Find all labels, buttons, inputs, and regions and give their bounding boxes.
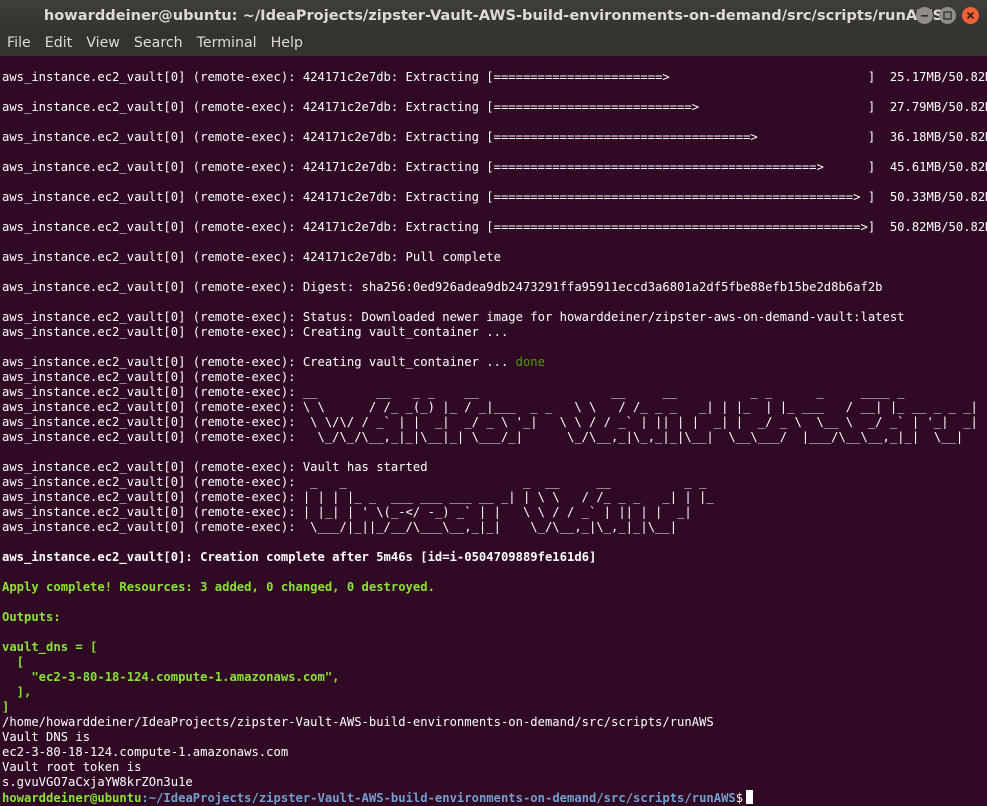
ascii-art-line: aws_instance.ec2_vault[0] (remote-exec):… [2, 475, 707, 489]
terminal-line: aws_instance.ec2_vault[0] (remote-exec):… [2, 190, 987, 204]
output-line: vault_dns = [ [2, 640, 98, 654]
window-controls [916, 7, 979, 24]
terminal-line: aws_instance.ec2_vault[0] (remote-exec):… [2, 460, 428, 474]
terminal-line: aws_instance.ec2_vault[0] (remote-exec):… [2, 70, 987, 84]
maximize-icon[interactable] [939, 7, 956, 24]
menu-edit[interactable]: Edit [38, 31, 79, 56]
prompt-user: howarddeiner@ubuntu [2, 791, 142, 805]
terminal-line: /home/howarddeiner/IdeaProjects/zipster-… [2, 715, 714, 729]
terminal-line: ec2-3-80-18-124.compute-1.amazonaws.com [2, 745, 289, 759]
menu-file[interactable]: File [0, 31, 38, 56]
ascii-art-line: aws_instance.ec2_vault[0] (remote-exec):… [2, 520, 678, 534]
ascii-art-line: aws_instance.ec2_vault[0] (remote-exec):… [2, 490, 714, 504]
terminal-line: s.gvuVGO7aCxjaYW8krZOn3u1e [2, 775, 193, 789]
terminal-line: aws_instance.ec2_vault[0] (remote-exec): [2, 370, 296, 384]
ascii-art-line: aws_instance.ec2_vault[0] (remote-exec):… [2, 385, 987, 399]
prompt-symbol: $ [735, 791, 744, 805]
output-line: "ec2-3-80-18-124.compute-1.amazonaws.com… [2, 670, 340, 684]
shell-prompt[interactable]: howarddeiner@ubuntu:~/IdeaProjects/zipst… [2, 790, 754, 805]
terminal-line: aws_instance.ec2_vault[0] (remote-exec):… [2, 130, 987, 144]
output-line: [ [2, 655, 25, 669]
menu-search[interactable]: Search [127, 31, 190, 56]
menu-help[interactable]: Help [264, 31, 310, 56]
ascii-art-line: aws_instance.ec2_vault[0] (remote-exec):… [2, 505, 692, 519]
terminal-line: aws_instance.ec2_vault[0] (remote-exec):… [2, 280, 883, 294]
line-text: aws_instance.ec2_vault[0] (remote-exec):… [2, 355, 516, 369]
apply-complete-line: Apply complete! Resources: 3 added, 0 ch… [2, 580, 435, 594]
terminal-window: howarddeiner@ubuntu: ~/IdeaProjects/zips… [0, 0, 987, 806]
terminal-line: Vault DNS is [2, 730, 91, 744]
menu-bar: File Edit View Search Terminal Help [0, 31, 987, 56]
terminal-line: aws_instance.ec2_vault[0] (remote-exec):… [2, 250, 501, 264]
terminal-output[interactable]: aws_instance.ec2_vault[0] (remote-exec):… [0, 56, 987, 806]
text-cursor [746, 790, 754, 804]
title-bar[interactable]: howarddeiner@ubuntu: ~/IdeaProjects/zips… [0, 0, 987, 31]
terminal-line-done: aws_instance.ec2_vault[0] (remote-exec):… [2, 355, 545, 370]
done-status: done [515, 355, 545, 369]
ascii-art-line: aws_instance.ec2_vault[0] (remote-exec):… [2, 400, 987, 414]
terminal-line: Vault root token is [2, 760, 142, 774]
prompt-path: :~/IdeaProjects/zipster-Vault-AWS-build-… [141, 791, 736, 805]
terminal-line: aws_instance.ec2_vault[0] (remote-exec):… [2, 310, 905, 324]
close-icon[interactable] [962, 7, 979, 24]
outputs-heading: Outputs: [2, 610, 61, 624]
menu-view[interactable]: View [79, 31, 127, 56]
terminal-line: aws_instance.ec2_vault[0] (remote-exec):… [2, 220, 987, 234]
output-line: ] [2, 700, 10, 714]
menu-terminal[interactable]: Terminal [190, 31, 264, 56]
creation-complete-line: aws_instance.ec2_vault[0]: Creation comp… [2, 550, 597, 564]
output-line: ], [2, 685, 32, 699]
ascii-art-line: aws_instance.ec2_vault[0] (remote-exec):… [2, 430, 964, 444]
ascii-art-line: aws_instance.ec2_vault[0] (remote-exec):… [2, 415, 978, 429]
terminal-line: aws_instance.ec2_vault[0] (remote-exec):… [2, 160, 987, 174]
terminal-line: aws_instance.ec2_vault[0] (remote-exec):… [2, 325, 509, 339]
minimize-icon[interactable] [916, 7, 933, 24]
window-title: howarddeiner@ubuntu: ~/IdeaProjects/zips… [43, 7, 944, 24]
terminal-line: aws_instance.ec2_vault[0] (remote-exec):… [2, 100, 987, 114]
